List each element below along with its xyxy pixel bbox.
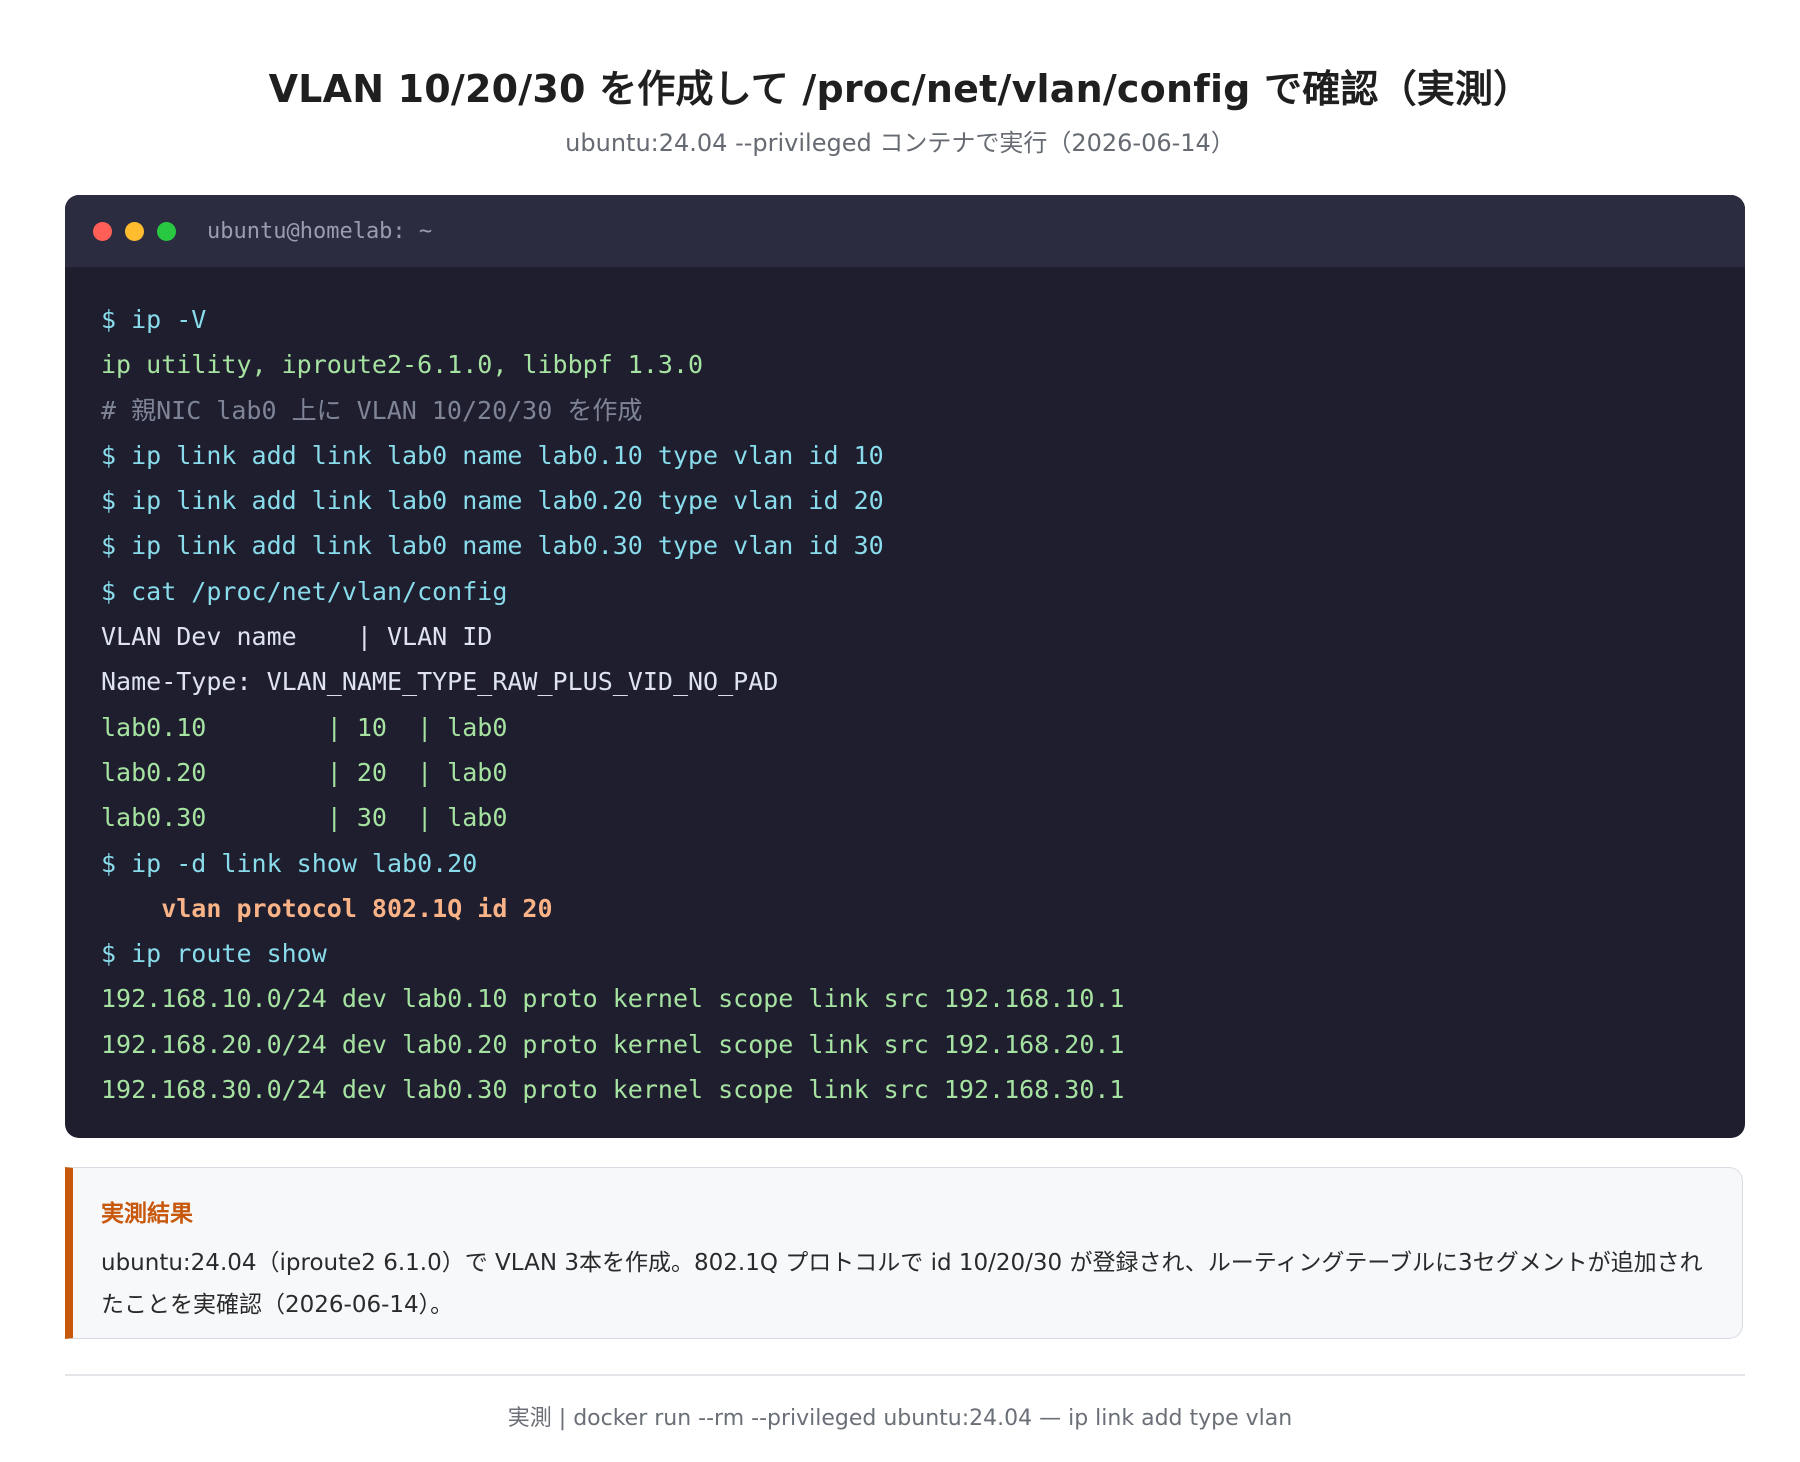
terminal-line: $ ip link add link lab0 name lab0.10 typ…	[101, 440, 884, 470]
footer-caption: 実測 | docker run --rm --privileged ubuntu…	[507, 1406, 1293, 1431]
terminal-line: 192.168.20.0/24 dev lab0.20 proto kernel…	[101, 1029, 1125, 1059]
result-heading: 実測結果	[101, 1201, 193, 1227]
terminal-line: vlan protocol 802.1Q id 20	[101, 893, 553, 923]
close-window-dot-icon[interactable]	[93, 221, 112, 241]
terminal-line: 192.168.10.0/24 dev lab0.10 proto kernel…	[101, 984, 1125, 1014]
terminal-window: ubuntu@homelab: ~ $ ip -V ip utility, ip…	[65, 195, 1745, 1138]
terminal-line: $ ip -d link show lab0.20	[101, 848, 478, 878]
terminal-line: $ ip -V	[101, 305, 207, 334]
terminal-line: Name-Type: VLAN_NAME_TYPE_RAW_PLUS_VID_N…	[101, 667, 779, 697]
result-callout: 実測結果 ubuntu:24.04（iproute2 6.1.0）で VLAN …	[65, 1167, 1743, 1339]
terminal-line: # 親NIC lab0 上に VLAN 10/20/30 を作成	[101, 395, 643, 425]
terminal-line: VLAN Dev name | VLAN ID	[101, 622, 493, 652]
terminal-line: lab0.10 | 10 | lab0	[101, 712, 508, 742]
page-title: VLAN 10/20/30 を作成して /proc/net/vlan/confi…	[268, 67, 1532, 111]
terminal-line: 192.168.30.0/24 dev lab0.30 proto kernel…	[101, 1075, 1125, 1105]
result-body: ubuntu:24.04（iproute2 6.1.0）で VLAN 3本を作成…	[101, 1250, 1703, 1318]
terminal-output: $ ip -V ip utility, iproute2-6.1.0, libb…	[65, 267, 1745, 1112]
terminal-line: $ ip link add link lab0 name lab0.20 typ…	[101, 486, 884, 516]
terminal-line: ip utility, iproute2-6.1.0, libbpf 1.3.0	[101, 350, 704, 380]
terminal-line: $ ip route show	[101, 939, 327, 969]
minimize-window-dot-icon[interactable]	[125, 221, 144, 241]
terminal-line: $ ip link add link lab0 name lab0.30 typ…	[101, 531, 884, 561]
page-subtitle: ubuntu:24.04 --privileged コンテナで実行（2026-0…	[565, 129, 1235, 157]
footer-divider	[65, 1374, 1745, 1376]
terminal-line: lab0.20 | 20 | lab0	[101, 757, 508, 787]
maximize-window-dot-icon[interactable]	[157, 221, 176, 241]
terminal-title-bar: ubuntu@homelab: ~	[65, 195, 1745, 267]
terminal-window-title: ubuntu@homelab: ~	[207, 218, 433, 244]
terminal-line: $ cat /proc/net/vlan/config	[101, 576, 508, 606]
terminal-line: lab0.30 | 30 | lab0	[101, 803, 508, 833]
